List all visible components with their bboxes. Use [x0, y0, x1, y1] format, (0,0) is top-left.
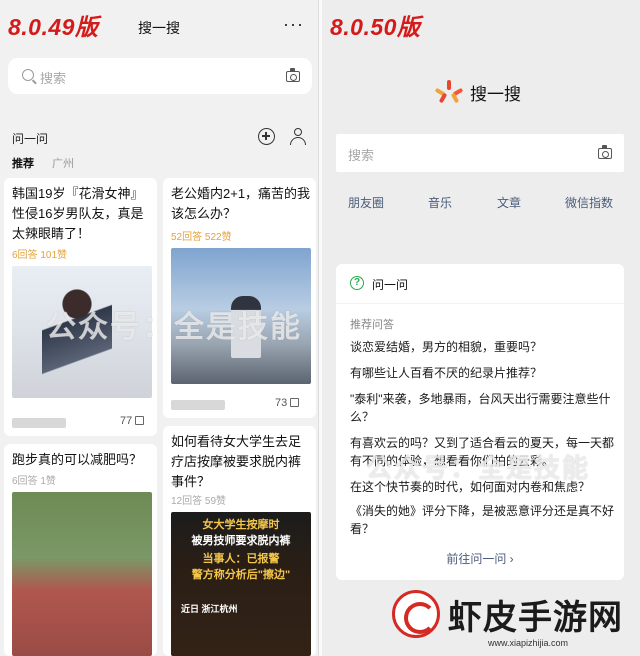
- search-placeholder: 搜索: [348, 148, 375, 163]
- card-meta: 6回答 101赞: [12, 250, 68, 261]
- thumb-up-icon: [290, 398, 300, 407]
- camera-icon[interactable]: [286, 68, 300, 82]
- poster-line: 警方称分析后"擦边": [191, 569, 291, 581]
- card-meta: 52回答 522赞: [171, 232, 232, 243]
- card-meta: 12回答 59赞: [171, 496, 227, 507]
- question-link[interactable]: 有哪些让人百看不厌的纪录片推荐？: [350, 364, 616, 382]
- goto-ask-link[interactable]: 前往问一问 ›: [336, 550, 624, 567]
- add-question-icon[interactable]: [258, 128, 275, 145]
- search-placeholder: 搜索: [40, 71, 67, 86]
- author-placeholder: [171, 400, 225, 410]
- poster-line: 被男技师要求脱内裤: [191, 535, 291, 547]
- question-card[interactable]: 跑步真的可以减肥吗？ 6回答 1赞: [4, 444, 157, 656]
- right-panel-v8050: 8.0.50版 搜一搜 搜索 朋友圈 音乐 文章 微信指数 ? 问一问 推荐问答…: [322, 0, 640, 656]
- thumb-up-icon: [135, 416, 145, 425]
- version-label: 8.0.50版: [330, 14, 421, 40]
- question-link[interactable]: "泰利"来袭，多地暴雨，台风天出行需要注意些什么？: [350, 390, 616, 426]
- card-question: 跑步真的可以减肥吗？: [12, 452, 143, 467]
- watermark-text: 公众号：全是技能: [46, 311, 302, 344]
- like-count[interactable]: 77: [120, 415, 145, 427]
- ask-card: ? 问一问 推荐问答 谈恋爱结婚，男方的相貌，重要吗？ 有哪些让人百看不厌的纪录…: [336, 264, 624, 580]
- page-title: 搜一搜: [470, 85, 521, 104]
- search-bar[interactable]: 搜索: [336, 134, 624, 172]
- page-title: 搜一搜: [138, 20, 180, 36]
- site-brand-watermark: 虾皮手游网 www.xiapizhijia.com: [392, 588, 640, 656]
- tab-city[interactable]: 广州: [52, 155, 74, 171]
- profile-icon[interactable]: [289, 128, 307, 146]
- question-link[interactable]: 谈恋爱结婚，男方的相貌，重要吗？: [350, 338, 616, 356]
- search-logo-icon: [434, 80, 464, 104]
- card-image: [12, 492, 152, 656]
- poster-line: 女大学生按摩时: [202, 519, 280, 531]
- brand-url: www.xiapizhijia.com: [488, 638, 569, 648]
- card-question: 老公婚内2+1，痛苦的我该怎么办？: [171, 186, 311, 221]
- ask-section-heading: 问一问: [372, 278, 409, 292]
- search-bar[interactable]: 搜索: [8, 58, 312, 94]
- recommend-label: 推荐问答: [350, 319, 394, 331]
- category-wechat-index[interactable]: 微信指数: [565, 194, 613, 211]
- card-image: 女大学生按摩时 被男技师要求脱内裤 当事人：已报警 警方称分析后"擦边" 近日 …: [171, 512, 311, 656]
- camera-icon[interactable]: [598, 145, 612, 159]
- search-icon: [22, 69, 34, 81]
- like-count[interactable]: 73: [275, 397, 300, 409]
- more-menu-button[interactable]: ···: [283, 14, 304, 35]
- left-panel-v8049: 8.0.49版 搜一搜 ··· 搜索 问一问 推荐 广州 韩国19岁『花滑女神』…: [0, 0, 318, 656]
- question-card[interactable]: 老公婚内2+1，痛苦的我该怎么办？ 52回答 522赞 73: [163, 178, 316, 418]
- tab-recommend[interactable]: 推荐: [12, 155, 34, 171]
- poster-line: 近日 浙江杭州: [181, 604, 238, 614]
- card-meta: 6回答 1赞: [12, 476, 56, 487]
- poster-line: 当事人：已报警: [202, 553, 280, 565]
- card-question: 如何看待女大学生去足疗店按摩被要求脱内裤事件？: [171, 434, 302, 489]
- question-icon: ?: [350, 276, 364, 290]
- ask-section-heading: 问一问: [12, 132, 49, 146]
- author-placeholder: [12, 418, 66, 428]
- brand-logo-icon: [392, 590, 440, 638]
- brand-name: 虾皮手游网: [448, 599, 623, 637]
- card-question: 韩国19岁『花滑女神』性侵16岁男队友，真是太辣眼睛了！: [12, 186, 144, 241]
- watermark-text: 公众号：全是技能: [366, 453, 591, 483]
- question-link[interactable]: 《消失的她》评分下降，是被恶意评分还是真不好看？: [350, 502, 616, 538]
- category-moments[interactable]: 朋友圈: [348, 194, 384, 211]
- question-card[interactable]: 如何看待女大学生去足疗店按摩被要求脱内裤事件？ 12回答 59赞 女大学生按摩时…: [163, 426, 316, 656]
- ask-card-header[interactable]: ? 问一问: [336, 264, 624, 304]
- category-articles[interactable]: 文章: [497, 194, 521, 211]
- category-music[interactable]: 音乐: [428, 194, 452, 211]
